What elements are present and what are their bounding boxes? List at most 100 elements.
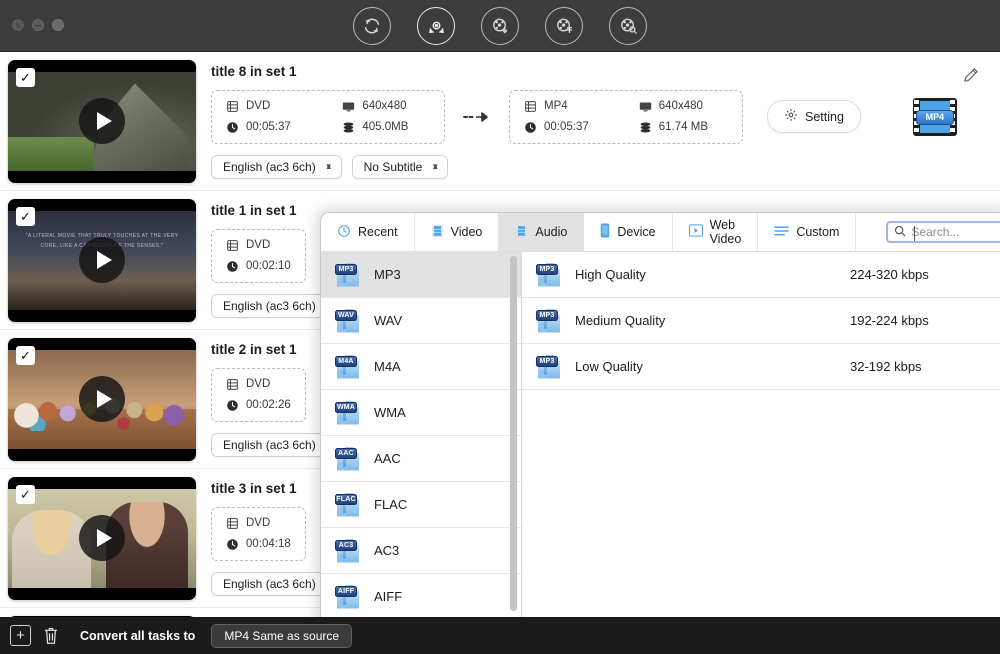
format-panel[interactable]: Recent Video Audio Device Web Video Cust… [320,212,1000,654]
media-metadata-icon[interactable] [609,7,647,45]
quality-badge-text: MP3 [536,309,558,321]
tab-web-video[interactable]: Web Video [673,213,759,251]
target-format-text: MP4 [544,100,568,112]
output-format-badge[interactable]: MP4 [912,97,957,136]
source-info-box: DVD 00:02:10 [211,228,306,283]
audio-format-icon: MP3 [536,308,562,333]
play-icon[interactable] [79,515,125,561]
delete-button[interactable] [42,625,63,647]
task-title: title 8 in set 1 [211,63,297,79]
format-item-label: AC3 [374,543,400,558]
play-icon[interactable] [79,376,125,422]
quality-item-medium[interactable]: MP3 Medium Quality 192-224 kbps [522,298,1000,344]
downloader-icon[interactable] [481,7,519,45]
recent-icon [337,224,351,241]
task-checkbox[interactable]: ✓ [16,206,35,226]
task-thumbnail[interactable]: ✓ [8,337,196,461]
toolbox-icon[interactable] [545,7,583,45]
source-format: DVD [226,239,291,252]
source-format-text: DVD [246,517,271,529]
format-item-label: AAC [374,451,401,466]
quality-item-high[interactable]: MP3 High Quality 224-320 kbps [522,252,1000,298]
source-duration: 00:02:10 [226,260,291,273]
source-format: DVD [226,378,291,391]
source-info-box: DVD 00:04:18 [211,506,306,561]
subtitle-track-select[interactable]: No Subtitle ▲ ▼ [351,154,449,179]
task-thumbnail[interactable]: "A LITERAL MOVIE THAT TRULY TOUCHES AT T… [8,198,196,322]
format-badge-text: AIFF [335,585,357,597]
add-file-button[interactable]: + [10,625,31,646]
tab-recent[interactable]: Recent [321,213,415,251]
format-item-m4a[interactable]: M4A M4A [321,344,521,390]
format-list-scrollbar[interactable] [510,256,517,611]
format-item-flac[interactable]: FLAC FLAC [321,482,521,528]
source-format-text: DVD [246,378,271,390]
audio-track-value: English (ac3 6ch) [223,298,316,313]
quality-list[interactable]: MP3 High Quality 224-320 kbps MP3 Medium… [522,252,1000,653]
task-checkbox[interactable]: ✓ [16,67,35,87]
ripper-icon[interactable] [417,7,455,45]
bottom-bar: + Convert all tasks to MP4 Same as sourc… [0,617,1000,654]
format-item-ac3[interactable]: AC3 AC3 [321,528,521,574]
play-icon[interactable] [79,237,125,283]
tab-audio[interactable]: Audio [499,213,585,251]
converter-icon[interactable] [353,7,391,45]
task-checkbox[interactable]: ✓ [16,345,35,365]
format-item-wma[interactable]: WMA WMA [321,390,521,436]
format-item-aiff[interactable]: AIFF AIFF [321,574,521,620]
monitor-icon [639,100,652,113]
audio-track-select[interactable]: English (ac3 6ch) [211,571,325,596]
audio-track-value: English (ac3 6ch) [223,437,316,452]
search-icon [894,225,906,240]
search-input[interactable]: Search... [886,221,1000,243]
tab-recent-label: Recent [358,225,398,239]
play-icon[interactable] [79,98,125,144]
disc-icon [226,100,239,113]
format-item-aac[interactable]: AAC AAC [321,436,521,482]
format-badge-text: MP3 [335,263,357,275]
convert-all-format-select[interactable]: MP4 Same as source [211,623,353,648]
format-badge-text: WMA [335,401,357,413]
source-duration: 00:04:18 [226,538,291,551]
app-window: ✓ title 8 in set 1 DVD 640x480 00:05:37 … [0,0,1000,654]
quality-badge-text: MP3 [536,355,558,367]
quality-bitrate: 192-224 kbps [850,313,929,328]
clock-icon [226,399,239,412]
audio-icon [515,224,528,241]
task-row[interactable]: ✓ title 8 in set 1 DVD 640x480 00:05:37 … [0,52,1000,191]
source-format: DVD [226,100,312,113]
task-thumbnail[interactable]: ✓ [8,59,196,183]
task-thumbnail[interactable]: ✓ [8,476,196,600]
tab-video[interactable]: Video [415,213,500,251]
tab-custom[interactable]: Custom [758,213,857,251]
target-resolution: 640x480 [639,100,728,113]
clock-icon [226,121,239,134]
format-badge-text: FLAC [335,493,357,505]
format-panel-tabs: Recent Video Audio Device Web Video Cust… [321,213,1000,252]
tab-custom-label: Custom [796,225,840,239]
search-placeholder: Search... [911,225,960,239]
tab-device[interactable]: Device [584,213,673,251]
tab-device-label: Device [617,225,656,239]
source-format-text: DVD [246,100,271,112]
quality-bitrate: 32-192 kbps [850,359,922,374]
format-item-mp3[interactable]: MP3 MP3 [321,252,521,298]
format-badge-text: M4A [335,355,357,367]
quality-item-low[interactable]: MP3 Low Quality 32-192 kbps [522,344,1000,390]
target-format: MP4 [524,100,609,113]
gear-icon [784,108,798,125]
format-item-wav[interactable]: WAV WAV [321,298,521,344]
audio-track-select[interactable]: English (ac3 6ch) [211,432,325,457]
source-duration-text: 00:02:26 [246,399,291,411]
format-item-label: MP3 [374,267,401,282]
audio-format-icon: AAC [335,446,361,471]
task-checkbox[interactable]: ✓ [16,484,35,504]
edit-icon[interactable] [962,66,980,89]
audio-track-select[interactable]: English (ac3 6ch) [211,293,325,318]
clock-icon [226,260,239,273]
audio-track-select[interactable]: English (ac3 6ch) ▲ ▼ [211,154,342,179]
setting-button[interactable]: Setting [767,100,861,133]
quality-badge-text: MP3 [536,263,558,275]
format-list[interactable]: MP3 MP3 WAV WAV M4A M4A WMA WMA AAC AAC … [321,252,522,653]
setting-label: Setting [805,109,844,124]
